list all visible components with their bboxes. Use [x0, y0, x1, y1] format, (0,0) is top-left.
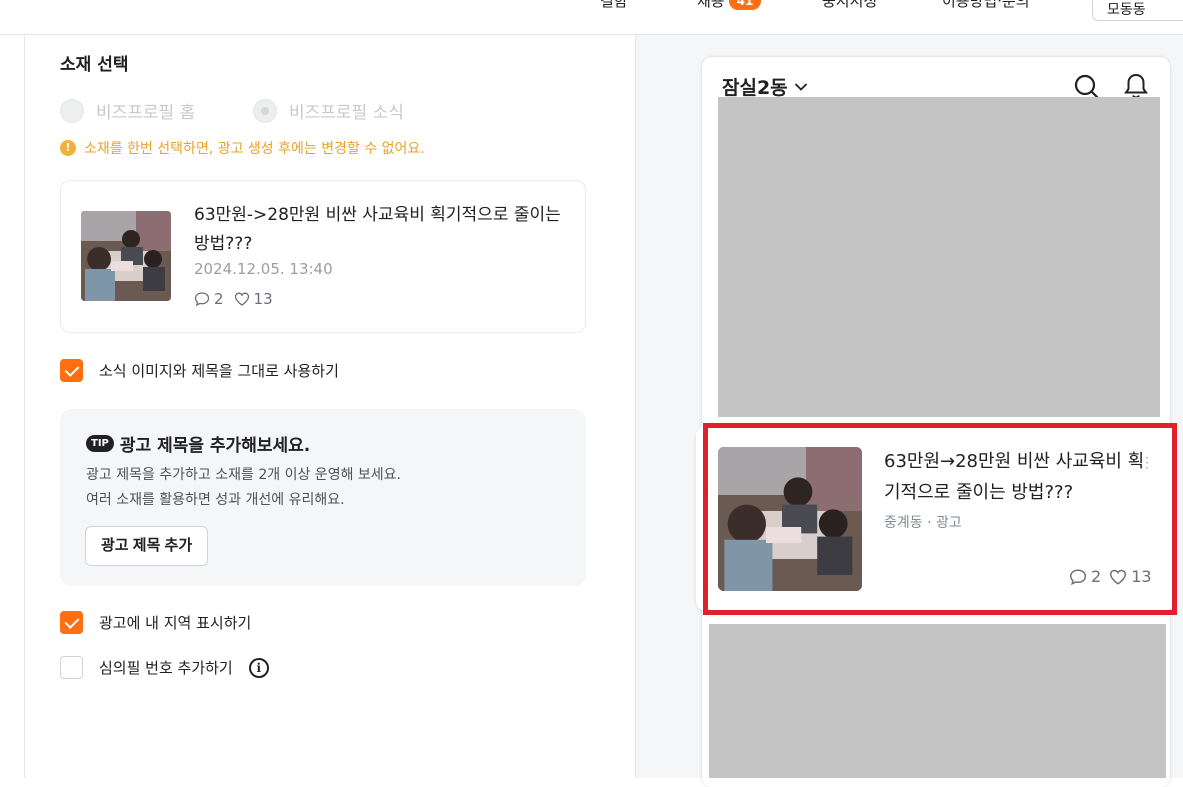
checkbox-label: 심의필 번호 추가하기 [99, 659, 233, 677]
tip-heading-text: 광고 제목을 추가해보세요. [119, 436, 311, 456]
top-navigation-bar: 결함 채용 41 중지시청 이용방법·문의 모동동 [0, 0, 1183, 35]
radio-bizprofile-home[interactable]: 비즈프로필 홈 [60, 98, 195, 123]
info-icon[interactable]: i [248, 657, 269, 678]
nav-item-recruit[interactable]: 채용 [697, 0, 725, 11]
comment-icon [194, 292, 210, 307]
post-stats: 2 13 [194, 290, 273, 308]
like-count: 13 [253, 290, 273, 308]
bell-icon[interactable] [1123, 72, 1149, 100]
nav-item-help[interactable]: 이용방법·문의 [942, 0, 1030, 11]
warning-message: ! 소재를 한번 선택하면, 광고 생성 후에는 변경할 수 없어요. [60, 138, 425, 158]
checkbox-unchecked[interactable] [60, 656, 83, 679]
use-post-as-is-option[interactable]: 소식 이미지와 제목을 그대로 사용하기 [60, 359, 339, 382]
review-number-option[interactable]: 심의필 번호 추가하기 i [60, 656, 269, 679]
checkbox-label: 소식 이미지와 제목을 그대로 사용하기 [99, 362, 339, 380]
feed-placeholder [709, 624, 1166, 778]
checkbox-label: 광고에 내 지역 표시하기 [99, 614, 252, 632]
post-date: 2024.12.05. 13:40 [194, 260, 333, 278]
left-divider [24, 35, 25, 778]
checkbox-checked[interactable] [60, 611, 83, 634]
chevron-down-icon [794, 82, 807, 91]
tip-line: 광고 제목을 추가하고 소재를 2개 이상 운영해 보세요. [86, 467, 401, 483]
section-title: 소재 선택 [60, 55, 129, 75]
tip-box: TIP 광고 제목을 추가해보세요. 광고 제목을 추가하고 소재를 2개 이상… [60, 409, 586, 586]
nav-item[interactable]: 결함 [600, 0, 628, 11]
post-thumbnail [81, 211, 171, 301]
selected-post-card[interactable]: 63만원->28만원 비싼 사교육비 획기적으로 줄이는 방법??? 2024.… [60, 180, 586, 333]
classroom-photo-icon [81, 211, 171, 301]
ad-highlight-frame [703, 423, 1177, 615]
warning-text: 소재를 한번 선택하면, 광고 생성 후에는 변경할 수 없어요. [84, 141, 425, 157]
location-selector[interactable]: 잠실2동 [722, 73, 808, 100]
heart-icon [234, 292, 249, 306]
radio-label: 비즈프로필 소식 [289, 103, 404, 123]
exclamation-icon: ! [60, 140, 76, 156]
checkbox-checked[interactable] [60, 359, 83, 382]
notification-badge: 41 [729, 0, 761, 10]
comment-count: 2 [214, 290, 224, 308]
nav-item[interactable]: 중지시청 [822, 0, 877, 11]
account-select[interactable]: 모동동 [1092, 0, 1183, 21]
feed-placeholder [718, 97, 1160, 417]
show-region-option[interactable]: 광고에 내 지역 표시하기 [60, 611, 251, 634]
radio-label: 비즈프로필 홈 [96, 103, 196, 123]
location-name: 잠실2동 [722, 77, 788, 99]
tip-body: 광고 제목을 추가하고 소재를 2개 이상 운영해 보세요. 여러 소재를 활용… [86, 463, 401, 513]
tip-heading: TIP 광고 제목을 추가해보세요. [86, 431, 310, 456]
radio-bizprofile-news[interactable]: 비즈프로필 소식 [253, 98, 404, 123]
radio-button[interactable] [60, 98, 84, 123]
radio-button-selected[interactable] [253, 98, 277, 123]
tip-line: 여러 소재를 활용하면 성과 개선에 유리해요. [86, 492, 345, 508]
add-ad-title-button[interactable]: 광고 제목 추가 [85, 526, 209, 566]
post-title: 63만원->28만원 비싼 사교육비 획기적으로 줄이는 방법??? [194, 205, 561, 254]
tip-badge: TIP [86, 435, 114, 452]
